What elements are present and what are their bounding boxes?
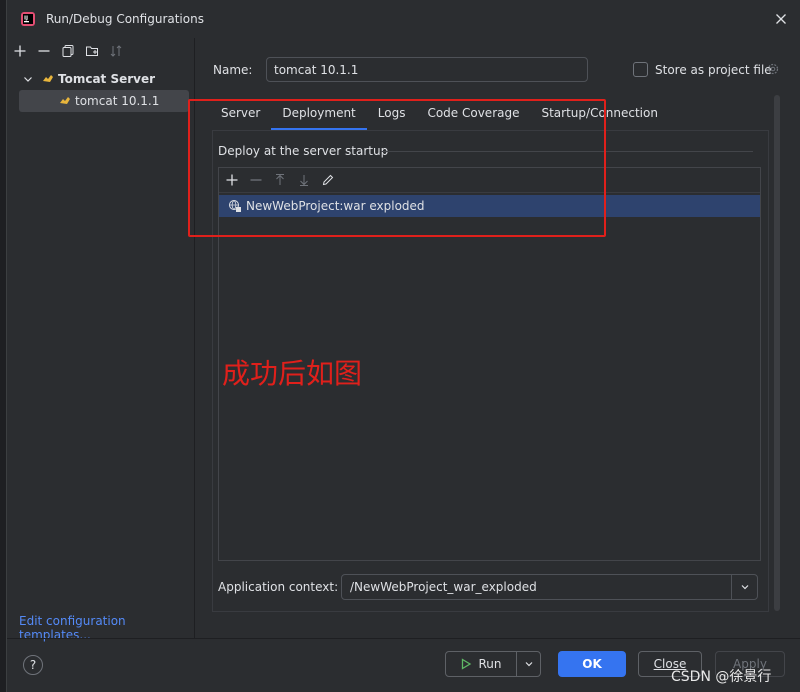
arrow-up-icon [276, 174, 284, 185]
section-divider [381, 151, 753, 152]
configuration-tree: Tomcat Server tomcat 10.1.1 [7, 68, 195, 112]
tab-startup-connection[interactable]: Startup/Connection [530, 96, 668, 130]
folder-icon [86, 46, 98, 56]
tree-item-tomcat-10-1-1[interactable]: tomcat 10.1.1 [19, 90, 189, 112]
name-field[interactable]: tomcat 10.1.1 [266, 57, 588, 82]
application-context-combo[interactable]: /NewWebProject_war_exploded [341, 574, 758, 600]
help-button[interactable]: ? [23, 655, 43, 675]
combo-dropdown-button[interactable] [731, 575, 757, 599]
add-configuration-button[interactable] [11, 42, 29, 60]
arrow-down-icon [300, 175, 308, 186]
ok-button[interactable]: OK [558, 651, 626, 677]
tab-deployment[interactable]: Deployment [271, 96, 368, 130]
run-debug-dialog: IJ Run/Debug Configurations Tomcat Serve… [6, 0, 800, 692]
intellij-app-icon: IJ [21, 12, 35, 26]
svg-text:IJ: IJ [24, 16, 28, 22]
configuration-sidebar: Tomcat Server tomcat 10.1.1 Edit configu… [7, 38, 195, 642]
play-icon [462, 658, 472, 670]
annotation-text: 成功后如图 [222, 357, 363, 390]
run-label: Run [478, 657, 502, 671]
move-down-button[interactable] [295, 171, 313, 189]
add-artifact-button[interactable] [223, 171, 241, 189]
tomcat-icon [43, 75, 53, 82]
name-label: Name: [213, 63, 253, 77]
chevron-down-icon [24, 77, 32, 82]
tree-item-label: tomcat 10.1.1 [75, 94, 160, 108]
chevron-down-icon [525, 662, 532, 667]
store-as-project-file-label: Store as project file [655, 63, 772, 77]
plus-icon [226, 174, 238, 186]
sidebar-toolbar [11, 40, 125, 62]
tree-group-tomcat-server[interactable]: Tomcat Server [7, 68, 195, 90]
application-context-value: /NewWebProject_war_exploded [350, 580, 537, 594]
sort-configurations-button[interactable] [107, 42, 125, 60]
tree-group-label: Tomcat Server [58, 72, 156, 86]
pencil-icon [322, 174, 334, 186]
chevron-down-icon [741, 585, 748, 590]
vertical-scrollbar[interactable] [774, 95, 780, 611]
tomcat-icon [60, 97, 70, 104]
run-options-dropdown[interactable] [516, 652, 540, 676]
move-to-folder-button[interactable] [83, 42, 101, 60]
artifact-icon [229, 200, 241, 212]
csdn-watermark: CSDN @徐景行 [671, 669, 772, 685]
artifact-list-toolbar [219, 168, 760, 193]
copy-icon [62, 45, 74, 57]
application-context-label: Application context: [218, 580, 339, 594]
title-bar: IJ Run/Debug Configurations [7, 0, 800, 38]
run-main-button[interactable]: Run [446, 652, 516, 676]
store-as-project-file-checkbox[interactable] [633, 62, 648, 77]
sort-icon [110, 45, 122, 57]
gear-icon[interactable] [766, 62, 780, 76]
minus-icon [250, 179, 262, 181]
list-item[interactable]: NewWebProject:war exploded [219, 195, 760, 217]
remove-artifact-button[interactable] [247, 171, 265, 189]
copy-configuration-button[interactable] [59, 42, 77, 60]
close-icon[interactable] [773, 11, 789, 27]
artifact-label: NewWebProject:war exploded [246, 199, 425, 213]
dialog-title: Run/Debug Configurations [46, 12, 204, 26]
tab-server[interactable]: Server [210, 96, 271, 130]
plus-icon [14, 45, 26, 57]
footer-divider [7, 638, 800, 639]
config-tabs: Server Deployment Logs Code Coverage Sta… [210, 96, 669, 130]
deploy-section-title: Deploy at the server startup [218, 144, 389, 158]
edit-artifact-button[interactable] [319, 171, 337, 189]
tab-code-coverage[interactable]: Code Coverage [416, 96, 530, 130]
move-up-button[interactable] [271, 171, 289, 189]
minus-icon [38, 50, 50, 52]
remove-configuration-button[interactable] [35, 42, 53, 60]
run-button[interactable]: Run [445, 651, 541, 677]
tab-logs[interactable]: Logs [367, 96, 417, 130]
